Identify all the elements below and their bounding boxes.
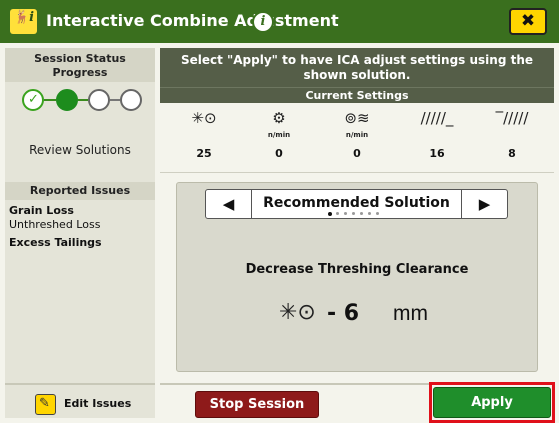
current-settings-header: Current Settings: [160, 87, 554, 103]
page-dot: [368, 212, 371, 215]
lower-sieve-icon: ‾/////: [495, 109, 529, 127]
step-2-current-icon: [56, 89, 78, 111]
current-settings-row: ✳⊙ 25 ⚙ n/min 0 ⊚≋ n/min 0 /////_ 16 ‾//…: [160, 103, 554, 165]
setting-value: 0: [275, 147, 283, 160]
ica-window: 🦌i Interactive Combine Adjustment i ✖ Se…: [0, 0, 559, 423]
solution-title: Recommended Solution: [263, 195, 450, 211]
info-icon[interactable]: i: [252, 11, 274, 33]
step-1-complete-icon: ✓: [22, 89, 44, 111]
progress-stepper: ✓: [22, 89, 142, 113]
step-4-pending-icon: [120, 89, 142, 111]
setting-fan-speed: ⊚≋ n/min 0: [322, 103, 392, 165]
concave-clearance-icon: ✳⊙: [191, 109, 217, 127]
edit-issues-button[interactable]: ✎ Edit Issues: [35, 391, 145, 417]
apply-button[interactable]: Apply: [433, 387, 551, 418]
setting-lower-sieve: ‾///// 8: [477, 103, 547, 165]
instruction-banner: Select "Apply" to have ICA adjust settin…: [160, 48, 554, 87]
setting-unit: n/min: [267, 131, 291, 139]
progress-connector: [110, 99, 120, 101]
upper-sieve-icon: /////_: [420, 109, 454, 127]
issue-grain-loss: Grain Loss: [9, 204, 74, 217]
sidebar-divider: [5, 383, 155, 385]
close-button[interactable]: ✖: [509, 8, 547, 35]
apply-label: Apply: [471, 395, 513, 410]
chevron-left-icon: ◀: [222, 195, 235, 213]
progress-connector: [44, 99, 56, 101]
page-dot: [344, 212, 347, 215]
instruction-line-2: shown solution.: [303, 68, 411, 82]
setting-rotor-speed: ⚙ n/min 0: [244, 103, 314, 165]
chevron-right-icon: ▶: [478, 195, 491, 213]
stop-session-button[interactable]: Stop Session: [195, 391, 319, 418]
concave-clearance-icon: ✳⊙: [279, 300, 316, 325]
next-solution-button[interactable]: ▶: [461, 189, 508, 219]
solution-action: Decrease Threshing Clearance: [245, 262, 469, 277]
progress-label: Progress: [52, 66, 108, 79]
issue-unthreshed-loss: Unthreshed Loss: [9, 218, 101, 231]
setting-concave-clearance: ✳⊙ 25: [169, 103, 239, 165]
reported-issues-header: Reported Issues: [5, 182, 155, 200]
setting-value: 16: [429, 147, 445, 160]
title-bar: 🦌i Interactive Combine Adjustment i ✖: [0, 0, 559, 43]
issue-excess-tailings: Excess Tailings: [9, 236, 102, 249]
fan-speed-icon: ⊚≋: [344, 109, 370, 127]
setting-value: 8: [508, 147, 516, 160]
divider: [160, 172, 554, 173]
adjustment-value: - 6: [327, 301, 360, 326]
setting-upper-sieve: /////_ 16: [402, 103, 472, 165]
window-title: Interactive Combine Adjustment: [46, 11, 339, 30]
instruction-line-1: Select "Apply" to have ICA adjust settin…: [180, 53, 534, 67]
edit-issues-label: Edit Issues: [64, 397, 132, 410]
stop-session-label: Stop Session: [209, 397, 305, 412]
page-dot: [336, 212, 339, 215]
rotor-speed-icon: ⚙: [272, 109, 286, 127]
solution-page-dots: [328, 212, 388, 218]
app-logo-icon: 🦌i: [10, 9, 37, 34]
close-icon: ✖: [520, 11, 536, 31]
page-dot-active: [328, 212, 332, 216]
page-dot: [376, 212, 379, 215]
setting-value: 25: [196, 147, 212, 160]
solution-title-bar: Recommended Solution: [252, 189, 461, 219]
session-status-label: Session Status: [34, 52, 126, 65]
previous-solution-button[interactable]: ◀: [205, 189, 252, 219]
step-3-pending-icon: [88, 89, 110, 111]
info-glyph: i: [260, 14, 266, 29]
progress-connector: [78, 99, 88, 101]
current-step-label: Review Solutions: [29, 143, 131, 157]
logo-text: 🦌i: [12, 10, 35, 25]
setting-value: 0: [353, 147, 361, 160]
pencil-icon: ✎: [35, 394, 56, 415]
setting-unit: n/min: [345, 131, 369, 139]
page-dot: [360, 212, 363, 215]
adjustment-unit: mm: [393, 302, 428, 325]
page-dot: [352, 212, 355, 215]
session-status-header: Session Status Progress: [5, 48, 155, 82]
